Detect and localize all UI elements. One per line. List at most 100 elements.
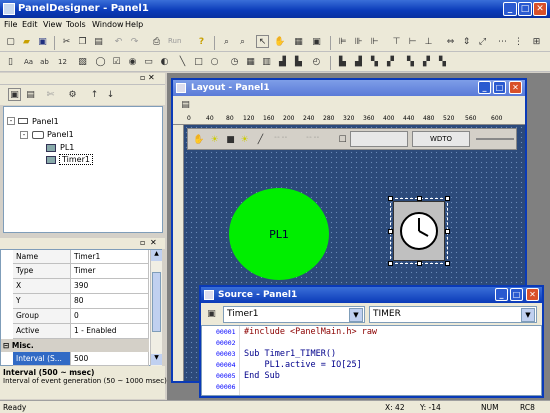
tree-item-pl1[interactable]: PL1 xyxy=(60,143,74,152)
maximize-button[interactable]: □ xyxy=(518,2,532,16)
code-line-5[interactable]: End Sub xyxy=(244,371,280,381)
chevron-down-icon[interactable]: ▼ xyxy=(521,308,535,322)
group-icon[interactable]: ▚ xyxy=(368,55,381,68)
source-maximize-button[interactable]: □ xyxy=(510,288,523,301)
timer1-selection[interactable] xyxy=(388,196,450,266)
resize-handle[interactable] xyxy=(388,196,393,201)
chevron-down-icon[interactable]: ▼ xyxy=(349,308,363,322)
object-icon[interactable]: ▣ xyxy=(205,307,218,320)
frame-icon[interactable]: ▣ xyxy=(310,35,323,48)
grid-tool-icon[interactable]: ▥ xyxy=(260,55,273,68)
pointer-tool-icon[interactable]: ▯ xyxy=(4,55,17,68)
copy-icon[interactable]: ❐ xyxy=(76,35,89,48)
ungroup-icon[interactable]: ▞ xyxy=(384,55,397,68)
project-panel-close-icon[interactable]: ✕ xyxy=(148,73,155,82)
code-line-1[interactable]: #include <PanelMain.h> raw xyxy=(244,327,377,337)
prop-category-misc[interactable]: ⊟ Misc. xyxy=(1,339,149,352)
lock-icon[interactable]: ▚ xyxy=(404,55,417,68)
pen-icon[interactable]: ╱ xyxy=(254,133,267,146)
layout-page-icon[interactable]: ▤ xyxy=(179,98,192,111)
align-right-icon[interactable]: ⊩ xyxy=(368,35,381,48)
align-center-icon[interactable]: ⊪ xyxy=(352,35,365,48)
slider-track[interactable] xyxy=(476,138,514,140)
event-combo[interactable]: TIMER ▼ xyxy=(369,306,537,323)
space-h-icon[interactable]: ⋯ xyxy=(496,35,509,48)
grid-icon[interactable]: ▦ xyxy=(292,35,305,48)
tree-collapse-icon[interactable]: - xyxy=(20,131,28,139)
order-front-icon[interactable]: ▙ xyxy=(336,55,349,68)
properties-icon[interactable]: ⚙ xyxy=(66,88,79,101)
close-button[interactable]: ✕ xyxy=(533,2,547,16)
radio-group[interactable]: ◦◦ ◦◦ xyxy=(306,135,336,145)
same-height-icon[interactable]: ⇕ xyxy=(460,35,473,48)
graph-tool-icon[interactable]: ▟ xyxy=(276,55,289,68)
bulb-icon[interactable]: ☀ xyxy=(238,133,251,146)
new-file-icon[interactable]: ▢ xyxy=(4,35,17,48)
resize-handle[interactable] xyxy=(417,196,422,201)
menu-tools[interactable]: Tools xyxy=(66,20,86,29)
tree-panel[interactable]: Panel1 xyxy=(47,130,74,139)
move-down-icon[interactable]: ↓ xyxy=(104,88,117,101)
scroll-thumb[interactable] xyxy=(152,272,161,332)
scroll-down-icon[interactable]: ▼ xyxy=(151,354,162,365)
space-v-icon[interactable]: ⋮ xyxy=(512,35,525,48)
radio-tool-icon[interactable]: ◉ xyxy=(126,55,139,68)
hand-icon[interactable]: ✋ xyxy=(192,133,205,146)
ellipse-tool-icon[interactable]: ○ xyxy=(208,55,221,68)
align-bottom-icon[interactable]: ⊥ xyxy=(422,35,435,48)
switch-tool-icon[interactable]: ◐ xyxy=(158,55,171,68)
image-tool-icon[interactable]: ▧ xyxy=(76,55,89,68)
cut-icon[interactable]: ✂ xyxy=(60,35,73,48)
redo-icon[interactable]: ↷ xyxy=(128,35,141,48)
menu-help[interactable]: Help xyxy=(125,20,143,29)
text-tool-icon[interactable]: Aa xyxy=(22,55,35,68)
layout-maximize-button[interactable]: □ xyxy=(493,81,506,94)
order-back-icon[interactable]: ▟ xyxy=(352,55,365,68)
help-icon[interactable]: ? xyxy=(195,35,208,48)
menu-window[interactable]: Window xyxy=(92,20,124,29)
radio-group[interactable]: ◦◦ ◦◦ xyxy=(274,135,304,145)
paste-icon[interactable]: ▤ xyxy=(92,35,105,48)
prop-active-value[interactable]: 1 - Enabled xyxy=(71,324,149,339)
lamp-tool-icon[interactable]: ◯ xyxy=(94,55,107,68)
properties-pin-icon[interactable]: ▫ xyxy=(140,238,145,247)
bulb-icon[interactable]: ☀ xyxy=(208,133,221,146)
resize-handle[interactable] xyxy=(417,261,422,266)
prop-y-value[interactable]: 80 xyxy=(71,294,149,309)
unlock-icon[interactable]: ▞ xyxy=(420,55,433,68)
line-tool-icon[interactable]: ╲ xyxy=(176,55,189,68)
object-combo[interactable]: Timer1 ▼ xyxy=(223,306,365,323)
table-tool-icon[interactable]: ▦ xyxy=(244,55,257,68)
page-view-icon[interactable]: ▤ xyxy=(24,88,37,101)
code-line-3[interactable]: Sub Timer1_TIMER() xyxy=(244,349,336,359)
tree-item-timer1[interactable]: Timer1 xyxy=(59,154,93,165)
resize-handle[interactable] xyxy=(445,229,450,234)
resize-handle[interactable] xyxy=(445,261,450,266)
zoom-out-icon[interactable]: ⌕ xyxy=(236,35,249,48)
prop-type-value[interactable]: Timer xyxy=(71,264,149,279)
number-tool-icon[interactable]: 12 xyxy=(56,55,69,68)
prop-group-value[interactable]: 0 xyxy=(71,309,149,324)
center-icon[interactable]: ⊞ xyxy=(530,35,543,48)
layout-close-button[interactable]: ✕ xyxy=(509,81,522,94)
prop-x-value[interactable]: 390 xyxy=(71,279,149,294)
menu-file[interactable]: File xyxy=(4,20,17,29)
button-tool-icon[interactable]: ▭ xyxy=(142,55,155,68)
run-button[interactable]: Run xyxy=(168,37,181,45)
panel-view-icon[interactable]: ▣ xyxy=(8,88,21,101)
zoom-icon[interactable]: ⌕ xyxy=(220,35,233,48)
layout-minimize-button[interactable]: _ xyxy=(478,81,491,94)
align-left-icon[interactable]: ⊫ xyxy=(336,35,349,48)
resize-handle[interactable] xyxy=(445,196,450,201)
timer1-control[interactable] xyxy=(393,201,445,261)
wdt-button[interactable]: WDTO xyxy=(412,131,470,147)
move-up-icon[interactable]: ↑ xyxy=(88,88,101,101)
open-folder-icon[interactable]: ▰ xyxy=(20,35,33,48)
pan-icon[interactable]: ✋ xyxy=(273,35,286,48)
lamp-pl1[interactable]: PL1 xyxy=(229,188,329,280)
blank-button[interactable] xyxy=(350,131,408,147)
save-icon[interactable]: ▣ xyxy=(36,35,49,48)
same-width-icon[interactable]: ⇔ xyxy=(444,35,457,48)
stop-icon[interactable]: ■ xyxy=(224,133,237,146)
timer-tool-icon[interactable]: ◴ xyxy=(310,55,323,68)
